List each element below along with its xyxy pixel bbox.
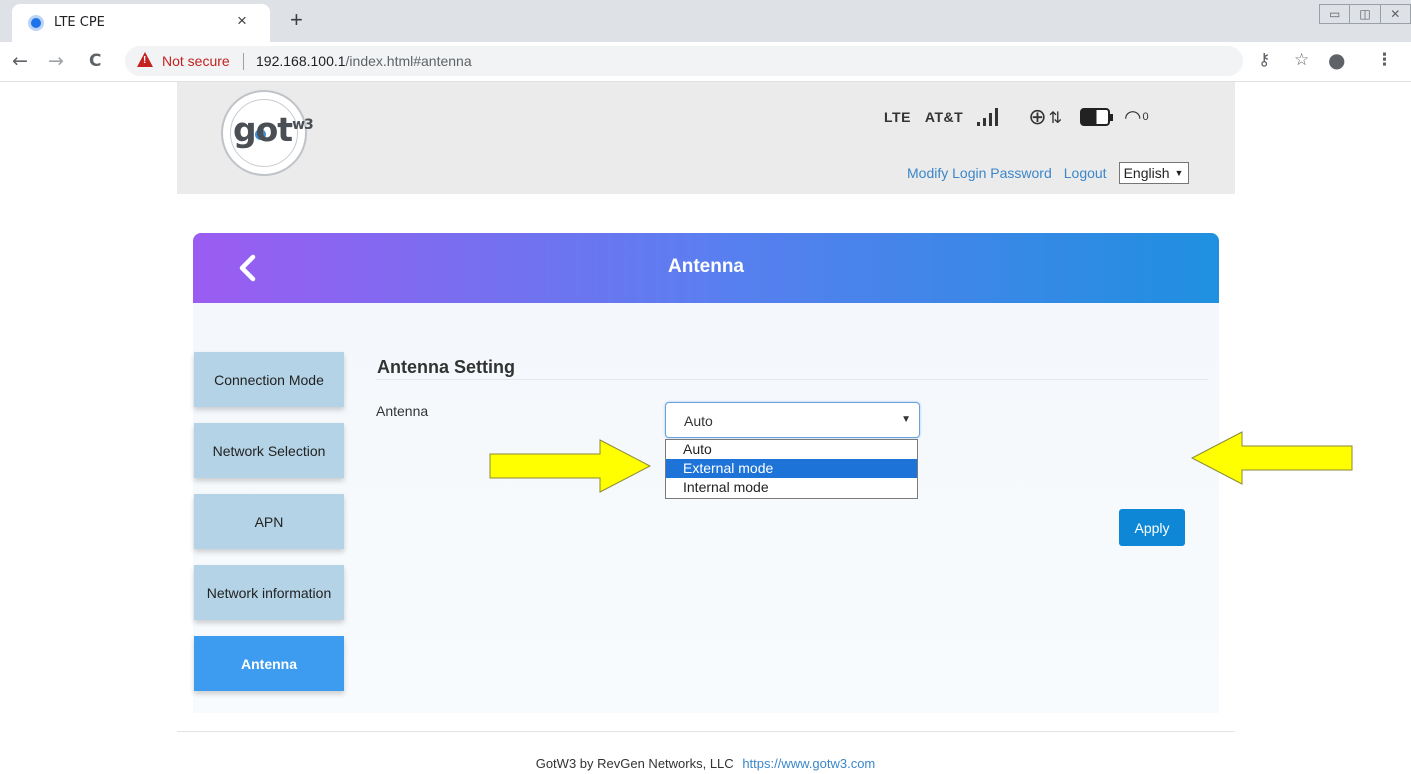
tab-favicon-icon: [28, 15, 44, 31]
option-external-mode[interactable]: External mode: [666, 459, 917, 478]
wifi-icon: ◠: [1124, 105, 1142, 129]
new-tab-button[interactable]: +: [290, 7, 303, 33]
minimize-button[interactable]: ▭: [1320, 5, 1351, 23]
sidebar-item-connection-mode[interactable]: Connection Mode: [194, 352, 344, 407]
restore-button[interactable]: ◫: [1350, 5, 1381, 23]
sidebar-item-antenna[interactable]: Antenna: [194, 636, 344, 691]
antenna-dropdown-list: Auto External mode Internal mode: [665, 439, 918, 499]
window-controls: ▭ ◫ ✕: [1319, 4, 1411, 24]
modify-password-link[interactable]: Modify Login Password: [907, 165, 1052, 181]
section-title: Antenna Setting: [377, 357, 515, 377]
close-window-button[interactable]: ✕: [1381, 5, 1410, 23]
antenna-field-label: Antenna: [376, 403, 429, 419]
footer-divider: [177, 731, 1235, 732]
tab-close-icon[interactable]: ×: [237, 11, 247, 31]
antenna-select[interactable]: Auto ▼: [665, 402, 920, 438]
url-path: /index.html#antenna: [345, 53, 472, 69]
warning-icon: [137, 52, 153, 67]
footer-text: GotW3 by RevGen Networks, LLC: [535, 756, 734, 771]
chevron-down-icon: ▼: [901, 414, 911, 425]
site-header: gotw3 LTE AT&T ⊕ ⇅ ◠ 0 Modify Login Pass…: [177, 82, 1235, 194]
browser-toolbar: ← → C Not secure 192.168.100.1/index.htm…: [0, 42, 1411, 82]
footer-link[interactable]: https://www.gotw3.com: [742, 756, 875, 771]
annotation-arrow-left-icon: [1190, 431, 1353, 485]
logo-superscript: w3: [292, 117, 314, 133]
star-icon[interactable]: ☆: [1294, 50, 1309, 70]
data-transfer-icon: ⇅: [1048, 107, 1063, 127]
signal-strength-icon: [977, 108, 999, 126]
back-arrow-icon[interactable]: ←: [12, 50, 28, 72]
logout-link[interactable]: Logout: [1064, 165, 1107, 181]
forward-arrow-icon[interactable]: →: [48, 50, 64, 72]
language-select[interactable]: English ▼: [1118, 162, 1190, 184]
url-text[interactable]: 192.168.100.1/index.html#antenna: [256, 53, 472, 69]
sidebar-item-network-information[interactable]: Network information: [194, 565, 344, 620]
profile-icon[interactable]: ●: [1328, 48, 1345, 72]
menu-icon[interactable]: ⋮: [1376, 50, 1393, 70]
security-label[interactable]: Not secure: [162, 53, 230, 69]
wifi-client-count: 0: [1142, 111, 1149, 123]
apply-button[interactable]: Apply: [1119, 509, 1185, 546]
carrier-name: AT&T: [924, 109, 964, 125]
browser-tabstrip: LTE CPE × + ▭ ◫ ✕: [0, 0, 1411, 42]
gotw3-logo: gotw3: [221, 90, 314, 176]
card-body: Connection Mode Network Selection APN Ne…: [193, 303, 1219, 713]
card-header: Antenna: [193, 233, 1219, 303]
omnibox-divider: [243, 53, 244, 70]
option-auto[interactable]: Auto: [666, 440, 917, 459]
footer: GotW3 by RevGen Networks, LLC https://ww…: [0, 756, 1411, 771]
browser-tab[interactable]: LTE CPE ×: [12, 4, 270, 42]
network-type: LTE: [884, 109, 911, 125]
key-icon[interactable]: ⚷: [1258, 50, 1270, 70]
antenna-card: Antenna Connection Mode Network Selectio…: [193, 233, 1219, 713]
reload-icon[interactable]: C: [89, 51, 101, 71]
annotation-arrow-right-icon: [489, 439, 652, 493]
sidebar-item-network-selection[interactable]: Network Selection: [194, 423, 344, 478]
antenna-select-value: Auto: [684, 413, 713, 429]
language-value: English: [1123, 165, 1170, 181]
sidebar-item-apn[interactable]: APN: [194, 494, 344, 549]
url-host: 192.168.100.1: [256, 53, 346, 69]
tab-title: LTE CPE: [54, 15, 105, 30]
logo-word: got: [233, 110, 293, 149]
address-bar[interactable]: Not secure 192.168.100.1/index.html#ante…: [125, 46, 1243, 76]
page-title: Antenna: [668, 256, 744, 277]
chevron-down-icon: ▼: [1174, 168, 1184, 178]
header-links: Modify Login Password Logout English ▼: [907, 162, 1190, 184]
option-internal-mode[interactable]: Internal mode: [666, 478, 917, 497]
logo-text: gotw3: [233, 110, 314, 149]
battery-icon: [1080, 108, 1114, 126]
globe-icon: ⊕: [1028, 104, 1047, 130]
section-divider: [376, 379, 1208, 380]
status-bar: LTE AT&T ⊕ ⇅ ◠ 0: [884, 102, 1149, 132]
